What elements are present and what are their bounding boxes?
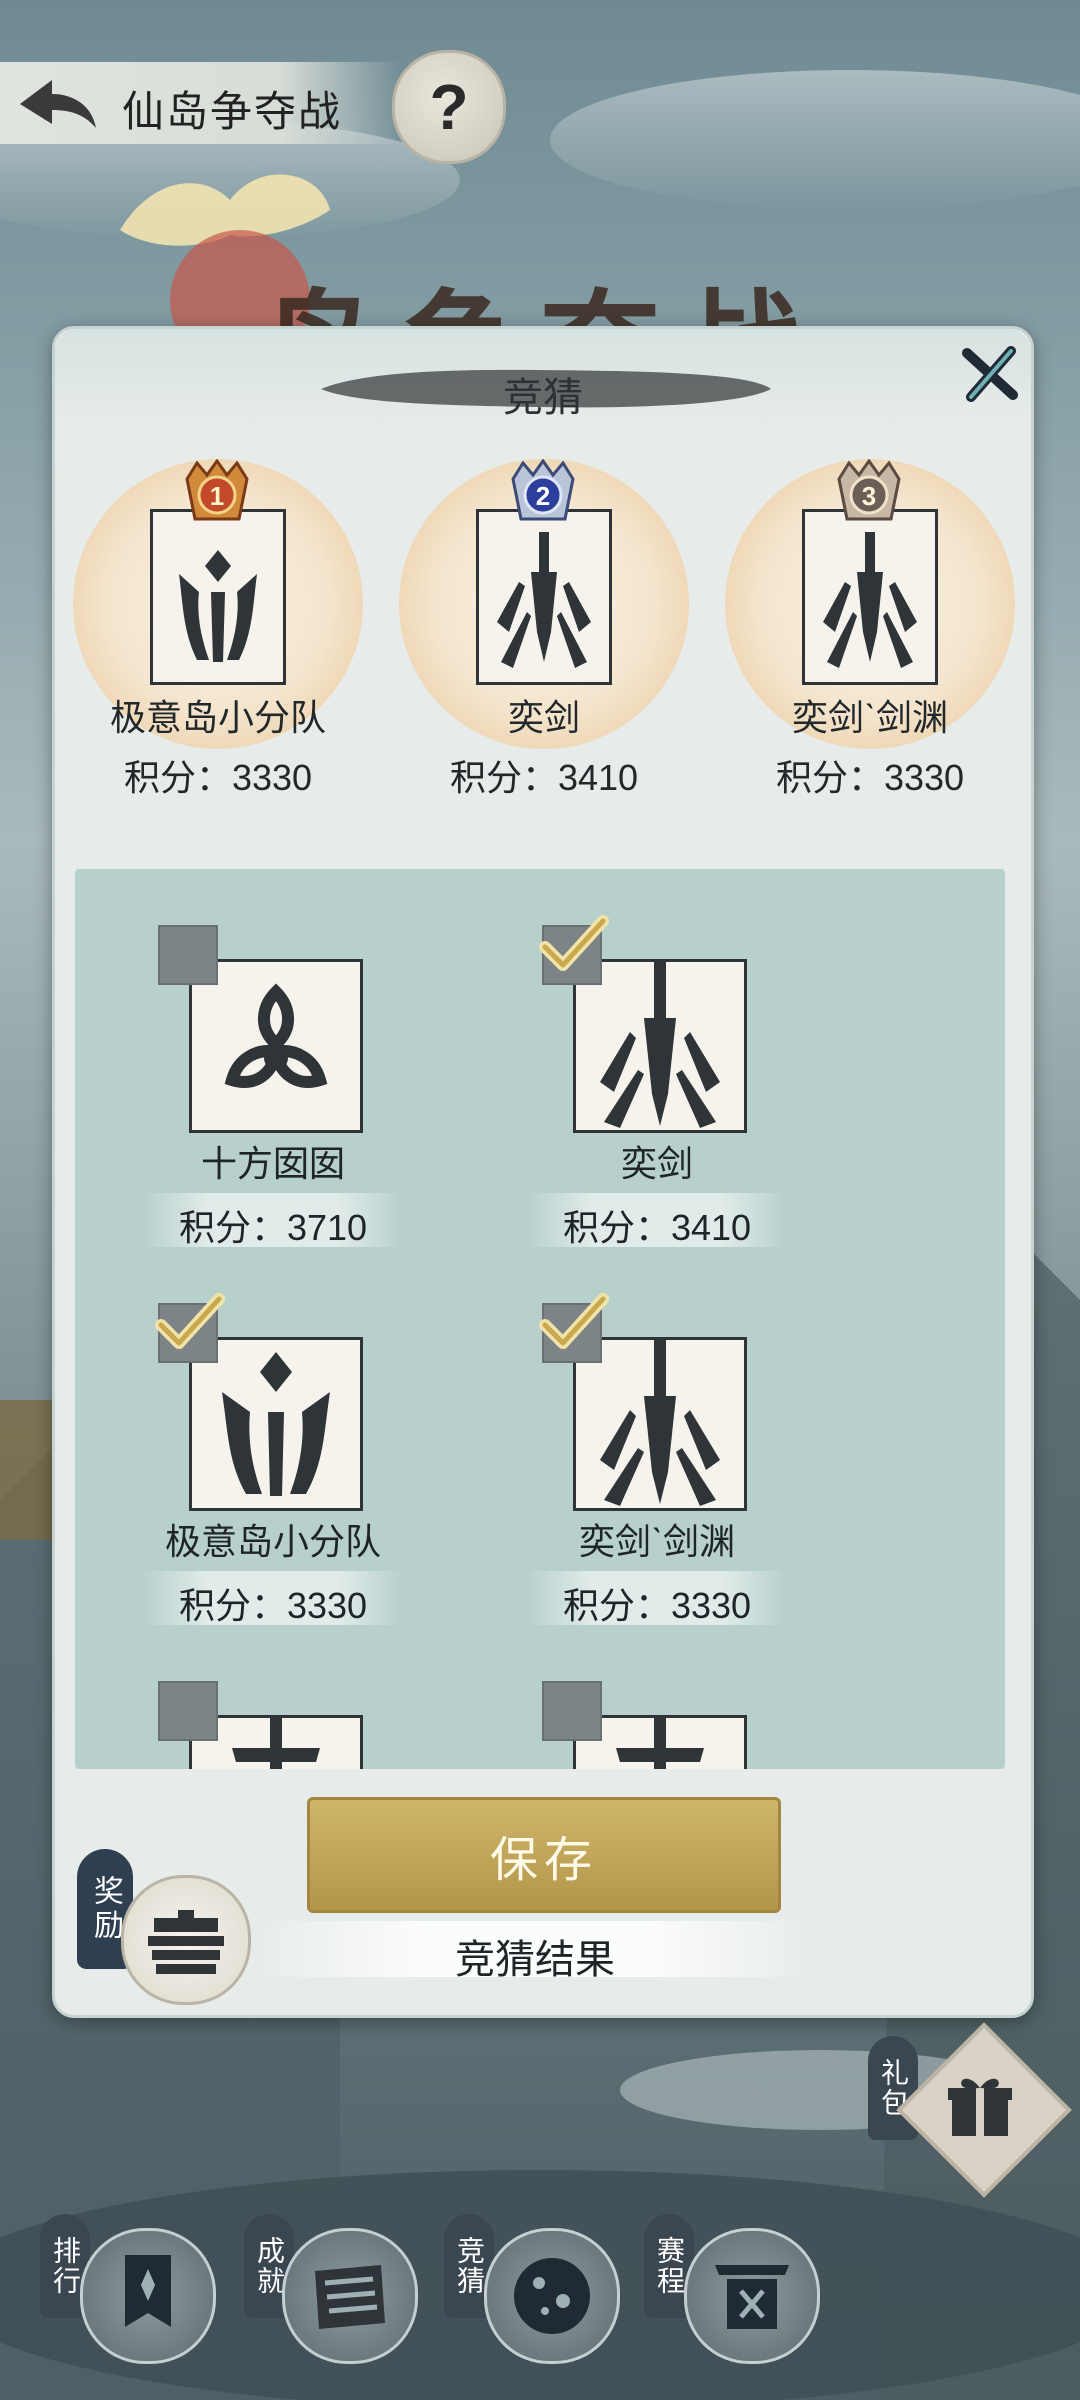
rank-score: 积分：3330 [123,757,313,798]
back-arrow-icon[interactable] [12,72,102,136]
rank-name: 奕剑 [507,697,580,738]
guess-modal: 竞猜 1 极意岛小分队 积分：3330 2 奕剑 积分：3410 3 奕剑ˋ剑渊… [52,326,1034,2018]
medal-rank-text: 2 [536,481,550,511]
team-name: 奕剑 [620,1143,693,1184]
sword-crest-icon [497,532,591,668]
team-list[interactable]: 十方囡囡 积分：3710 奕剑 积分：3410 极意岛小分队 积分：3330 奕… [75,869,1005,1769]
nav-guess-button[interactable] [484,2228,620,2364]
tulip-crest-icon [222,1352,330,1496]
team-name: 极意岛小分队 [164,1521,381,1562]
rank-score: 积分：3410 [449,757,639,798]
gold-medal-icon: 1 [185,459,249,521]
scroll-icon [315,2265,385,2329]
team-item[interactable]: 奕剑 积分：3410 [487,915,817,1295]
nav-schedule-button[interactable] [684,2228,820,2364]
team-score: 积分：3330 [178,1585,368,1626]
team-emblem [573,959,747,1133]
checkmark-icon [539,915,609,971]
rank-name: 极意岛小分队 [109,697,326,738]
team-item[interactable] [103,1681,433,1769]
team-item[interactable] [487,1681,817,1769]
team-checkbox[interactable] [158,1681,218,1741]
team-emblem [189,1337,363,1511]
team-emblem [189,959,363,1133]
team-score: 积分：3410 [562,1207,752,1248]
trefoil-crest-icon [224,983,328,1088]
gate-icon [715,2265,789,2329]
checkmark-icon [539,1293,609,1349]
nav-rank-button[interactable] [80,2228,216,2364]
team-emblem [150,509,286,685]
medal-rank-text: 1 [210,481,224,511]
guess-result-link[interactable]: 竞猜结果 [255,1927,815,1985]
close-icon[interactable] [955,339,1025,409]
team-emblem [476,509,612,685]
team-score: 积分：3710 [178,1207,368,1248]
banner-icon [125,2255,171,2327]
medal-rank-text: 3 [862,481,876,511]
modal-title: 竞猜 [503,376,583,420]
team-name: 十方囡囡 [200,1143,345,1184]
page-title: 仙岛争夺战 [122,88,343,135]
team-item[interactable]: 奕剑ˋ剑渊 积分：3330 [487,1293,817,1673]
tulip-crest-icon [179,550,257,662]
sword-crest-icon [600,1340,720,1506]
checkmark-icon [155,1293,225,1349]
team-score: 积分：3330 [562,1585,752,1626]
sword-crest-icon [600,962,720,1128]
team-checkbox[interactable] [542,1681,602,1741]
sword-crest-icon [823,532,917,668]
nav-achievement-button[interactable] [282,2228,418,2364]
modal-header: 竞猜 [55,329,1031,429]
help-button[interactable]: ? [392,50,506,164]
rank-score: 积分：3330 [775,757,965,798]
rank-name: 奕剑ˋ剑渊 [792,697,948,738]
treasure-chest-icon [148,1910,224,1974]
save-button[interactable]: 保存 [307,1797,781,1913]
team-name: 奕剑ˋ剑渊 [579,1521,735,1562]
team-item[interactable]: 十方囡囡 积分：3710 [103,925,433,1295]
team-checkbox[interactable] [158,925,218,985]
team-emblem [802,509,938,685]
gift-icon [948,2078,1012,2136]
reward-chest-button[interactable] [121,1875,251,2005]
bronze-medal-icon: 3 [837,459,901,521]
team-emblem [573,1337,747,1511]
ball-icon [514,2258,590,2334]
silver-medal-icon: 2 [511,459,575,521]
team-item[interactable]: 极意岛小分队 积分：3330 [103,1293,433,1673]
